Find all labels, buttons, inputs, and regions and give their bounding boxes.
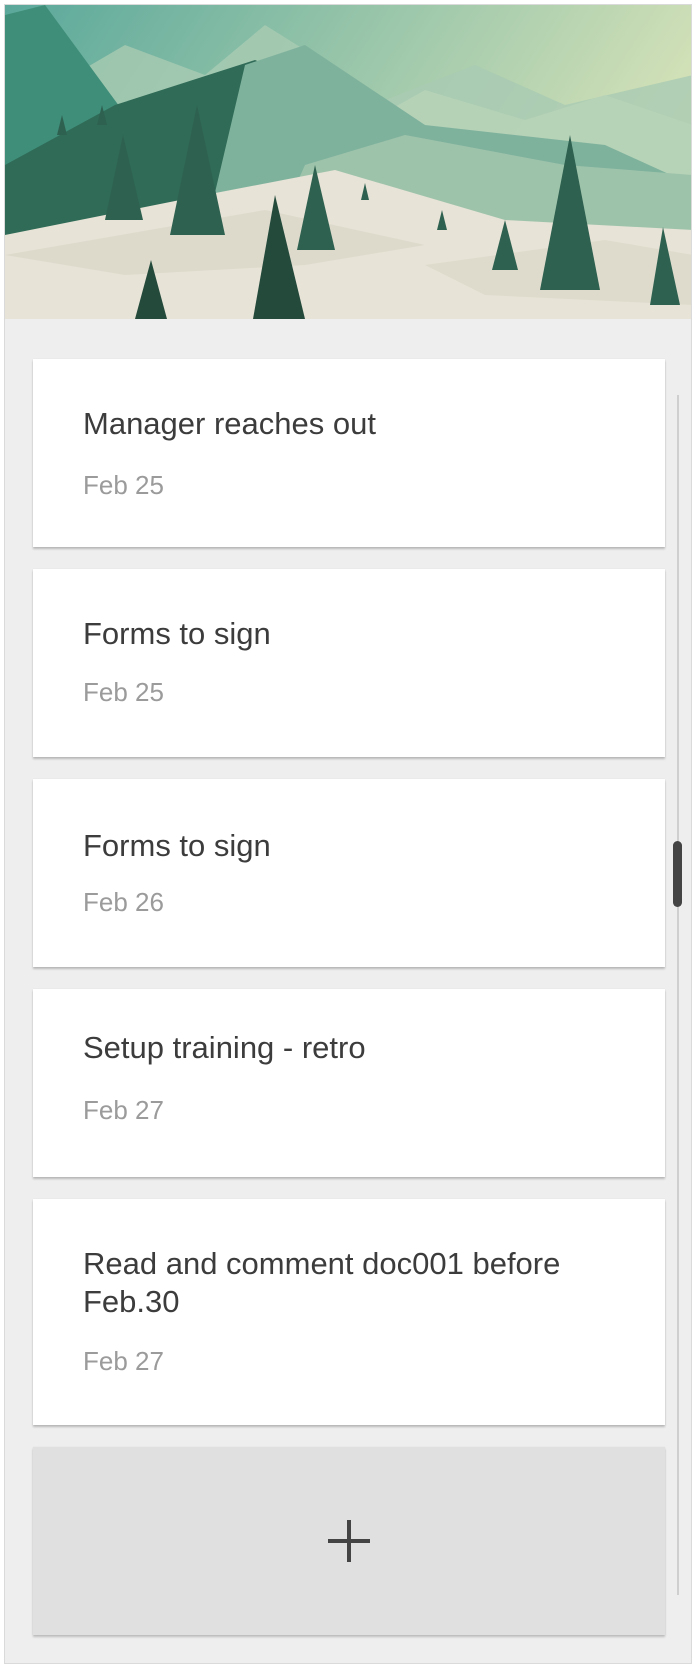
task-card[interactable]: Forms to sign Feb 25 — [33, 569, 665, 757]
scrollbar-track[interactable] — [677, 395, 679, 1595]
card-date: Feb 25 — [83, 470, 164, 500]
card-title: Forms to sign — [83, 616, 271, 651]
card-date: Feb 25 — [83, 677, 164, 707]
task-card[interactable]: Setup training - retro Feb 27 — [33, 989, 665, 1177]
card-title: Setup training - retro — [83, 1030, 366, 1065]
scrollbar-thumb[interactable] — [673, 841, 682, 907]
card-date: Feb 27 — [83, 1346, 164, 1376]
task-panel: Manager reaches out Feb 25 Forms to sign… — [4, 4, 692, 1664]
task-card[interactable]: Forms to sign Feb 26 — [33, 779, 665, 967]
card-date: Feb 26 — [83, 887, 164, 917]
card-title: Forms to sign — [83, 828, 271, 863]
card-list: Manager reaches out Feb 25 Forms to sign… — [33, 359, 665, 1635]
plus-icon — [328, 1520, 370, 1562]
add-card-button[interactable] — [33, 1447, 665, 1635]
task-card[interactable]: Manager reaches out Feb 25 — [33, 359, 665, 547]
banner-illustration — [5, 5, 691, 319]
card-date: Feb 27 — [83, 1095, 164, 1125]
card-title: Read and comment doc001 before Feb.30 — [83, 1246, 561, 1319]
card-title: Manager reaches out — [83, 406, 376, 441]
task-card[interactable]: Read and comment doc001 before Feb.30 Fe… — [33, 1199, 665, 1425]
